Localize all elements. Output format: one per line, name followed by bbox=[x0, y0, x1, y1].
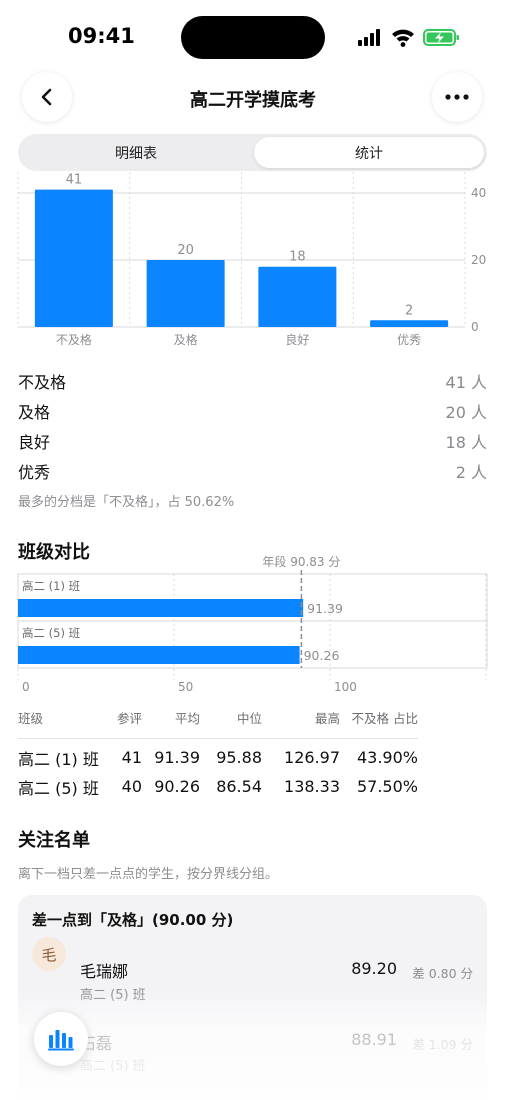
level-list: 不及格 41 人 及格 20 人 良好 18 人 优秀 2 人 bbox=[18, 366, 487, 486]
level-count: 2 人 bbox=[455, 463, 487, 482]
bar bbox=[258, 266, 337, 327]
status-time: 09:41 bbox=[68, 24, 135, 48]
bar bbox=[18, 646, 300, 664]
data-label: 2 bbox=[405, 303, 413, 318]
avatar: 毛 bbox=[32, 937, 66, 971]
grade-distribution-svg: 0 20 40 41 不及格 20 及格 18 良好 2 优秀 bbox=[17, 172, 486, 347]
wifi-icon bbox=[392, 29, 414, 47]
level-row: 及格 20 人 bbox=[18, 396, 487, 426]
student-diff: 差 0.80 分 bbox=[412, 966, 473, 981]
bar bbox=[34, 189, 113, 327]
student-name[interactable]: 毛瑞娜 bbox=[80, 958, 128, 982]
view-tabs: 明细表 统计 bbox=[18, 134, 487, 171]
cell: 138.33 bbox=[284, 777, 340, 796]
tab-detail[interactable]: 明细表 bbox=[21, 137, 251, 168]
col-fail-rate: 不及格 占比 bbox=[351, 710, 418, 726]
data-label: 41 bbox=[66, 173, 83, 188]
status-icons bbox=[358, 29, 459, 47]
tab-statistics[interactable]: 统计 bbox=[254, 137, 484, 168]
x-tick-label: 100 bbox=[334, 680, 357, 692]
x-tick-label: 0 bbox=[22, 680, 30, 692]
level-row: 不及格 41 人 bbox=[18, 366, 487, 396]
x-tick-label: 50 bbox=[178, 680, 193, 692]
x-tick-label: 及格 bbox=[174, 332, 198, 347]
level-count: 18 人 bbox=[445, 433, 487, 452]
cell: 高二 (5) 班 bbox=[18, 778, 99, 798]
level-count: 41 人 bbox=[445, 373, 487, 392]
class-label: 高二 (1) 班 bbox=[22, 579, 81, 593]
stats-fab-button[interactable] bbox=[34, 1012, 88, 1066]
level-row: 良好 18 人 bbox=[18, 426, 487, 456]
focus-subtitle: 离下一档只差一点点的学生，按分界线分组。 bbox=[18, 867, 279, 882]
cell: 95.88 bbox=[216, 748, 262, 767]
cell: 40 bbox=[121, 777, 142, 796]
dynamic-island bbox=[181, 16, 325, 59]
col-class: 班级 bbox=[18, 710, 44, 726]
cell: 126.97 bbox=[284, 748, 340, 767]
page-title: 高二开学摸底考 bbox=[190, 90, 316, 111]
battery-icon bbox=[423, 29, 459, 46]
col-median: 中位 bbox=[236, 710, 262, 726]
level-row: 优秀 2 人 bbox=[18, 456, 487, 486]
student-score: 88.91 bbox=[351, 1030, 397, 1049]
signal-icon bbox=[358, 29, 380, 46]
student-class: 高二 (5) 班 bbox=[80, 1059, 146, 1074]
col-count: 参评 bbox=[116, 710, 142, 726]
distribution-summary: 最多的分档是「不及格」，占 50.62% bbox=[18, 495, 235, 510]
table-row: 高二 (5) 班 40 90.26 86.54 138.33 57.50% bbox=[18, 772, 418, 801]
x-tick-label: 良好 bbox=[285, 332, 309, 347]
cell: 90.26 bbox=[154, 777, 200, 796]
col-mean: 平均 bbox=[174, 710, 200, 726]
y-tick-label: 40 bbox=[471, 186, 486, 200]
class-compare-svg: 0 50 100 高二 (1) 班 91.39 高二 (5) 班 90.26 年段 90.83… bbox=[17, 554, 488, 694]
class-label: 高二 (5) 班 bbox=[22, 626, 81, 640]
cell: 43.90% bbox=[356, 748, 418, 767]
level-name: 优秀 bbox=[18, 463, 51, 482]
reference-label: 年段 90.83 分 bbox=[262, 554, 340, 569]
nav-bar: 高二开学摸底考 bbox=[0, 72, 506, 124]
data-label: 91.39 bbox=[307, 601, 343, 616]
table-header: 班级 参评 平均 中位 最高 不及格 占比 bbox=[18, 706, 418, 728]
cell: 41 bbox=[121, 748, 142, 767]
bar bbox=[146, 260, 225, 327]
bar bbox=[370, 320, 449, 327]
student-score: 89.20 bbox=[351, 959, 397, 978]
bar bbox=[18, 599, 304, 617]
data-label: 20 bbox=[177, 243, 194, 258]
grade-distribution-chart: 0 20 40 41 不及格 20 及格 18 良好 2 优秀 bbox=[0, 172, 506, 352]
level-name: 及格 bbox=[18, 403, 51, 422]
level-count: 20 人 bbox=[445, 403, 487, 422]
data-label: 90.26 bbox=[304, 648, 340, 663]
y-tick-label: 0 bbox=[471, 320, 479, 334]
cell: 86.54 bbox=[216, 777, 262, 796]
data-label: 18 bbox=[289, 250, 306, 265]
cell: 91.39 bbox=[154, 748, 200, 767]
level-name: 不及格 bbox=[18, 373, 67, 392]
x-tick-label: 不及格 bbox=[56, 332, 92, 347]
status-bar: 09:41 bbox=[0, 0, 506, 70]
ellipsis-icon bbox=[445, 94, 469, 100]
table-row: 高二 (1) 班 41 91.39 95.88 126.97 43.90% bbox=[18, 743, 418, 772]
divider bbox=[18, 738, 418, 739]
cell: 57.50% bbox=[356, 777, 418, 796]
col-max: 最高 bbox=[314, 710, 340, 726]
bar-chart-icon bbox=[48, 1030, 74, 1051]
focus-group-title: 差一点到「及格」(90.00 分) bbox=[32, 911, 234, 929]
level-name: 良好 bbox=[18, 433, 51, 452]
focus-group-card: 差一点到「及格」(90.00 分) 毛 毛瑞娜 高二 (5) 班 89.20 差… bbox=[18, 895, 487, 1100]
y-tick-label: 20 bbox=[471, 253, 486, 267]
student-class: 高二 (5) 班 bbox=[80, 988, 146, 1003]
class-stats-table: 班级 参评 平均 中位 最高 不及格 占比 高二 (1) 班 41 91.39 … bbox=[18, 706, 418, 801]
class-compare-chart: 0 50 100 高二 (1) 班 91.39 高二 (5) 班 90.26 年段 90.83… bbox=[0, 552, 506, 694]
focus-title: 关注名单 bbox=[18, 830, 90, 851]
more-button[interactable] bbox=[432, 72, 482, 122]
x-tick-label: 优秀 bbox=[397, 333, 421, 347]
student-diff: 差 1.09 分 bbox=[412, 1037, 473, 1052]
cell: 高二 (1) 班 bbox=[18, 749, 99, 769]
